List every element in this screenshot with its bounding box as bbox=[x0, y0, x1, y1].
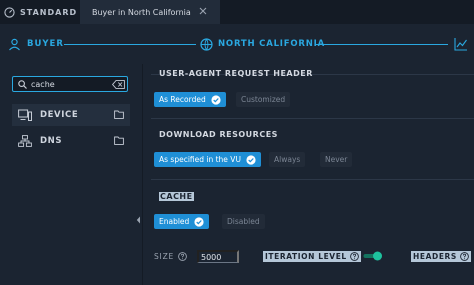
sidebar: DEVICE DNS bbox=[0, 64, 132, 285]
iteration-level-toggle[interactable] bbox=[363, 251, 383, 261]
section-divider bbox=[151, 179, 474, 180]
help-icon[interactable] bbox=[349, 252, 359, 261]
network-icon bbox=[18, 135, 32, 147]
tab-standard-label: STANDARD bbox=[20, 7, 78, 17]
chart-icon[interactable] bbox=[454, 37, 468, 51]
device-icon bbox=[18, 109, 32, 121]
section-title-cache: CACHE bbox=[159, 192, 194, 201]
section-divider bbox=[151, 118, 474, 119]
search-icon bbox=[18, 80, 27, 89]
close-icon[interactable] bbox=[198, 6, 208, 16]
never-button[interactable]: Never bbox=[320, 152, 353, 167]
as-recorded-button[interactable]: As Recorded bbox=[154, 92, 226, 107]
gauge-icon bbox=[4, 6, 15, 18]
headers-label: HEADERS bbox=[411, 251, 471, 262]
sidebar-item-device[interactable]: DEVICE bbox=[12, 104, 130, 126]
disabled-button[interactable]: Disabled bbox=[222, 214, 265, 229]
help-icon[interactable] bbox=[178, 252, 187, 261]
globe-icon bbox=[200, 37, 213, 51]
cache-size-input[interactable] bbox=[197, 250, 239, 263]
chevron-left-icon[interactable] bbox=[136, 216, 141, 224]
step-north-california-label: NORTH CALIFORNIA bbox=[218, 39, 326, 49]
user-icon bbox=[9, 38, 20, 50]
folder-icon bbox=[114, 136, 124, 145]
settings-panel: USER-AGENT REQUEST HEADER As Recorded Cu… bbox=[143, 64, 474, 285]
as-specified-button[interactable]: As specified in the VU bbox=[154, 152, 261, 167]
always-button[interactable]: Always bbox=[269, 152, 306, 167]
sidebar-item-dns[interactable]: DNS bbox=[12, 130, 130, 152]
tab-standard[interactable]: STANDARD bbox=[0, 0, 80, 24]
step-buyer[interactable]: BUYER bbox=[8, 37, 64, 51]
check-circle-icon bbox=[194, 216, 204, 227]
step-connector bbox=[316, 44, 448, 45]
clear-input-icon[interactable] bbox=[112, 80, 125, 89]
search-input[interactable] bbox=[31, 78, 107, 90]
top-tab-bar: STANDARD Buyer in North California bbox=[0, 0, 474, 24]
stepper: BUYER NORTH CALIFORNIA bbox=[0, 24, 474, 64]
enabled-button[interactable]: Enabled bbox=[154, 214, 210, 229]
search-box bbox=[12, 76, 128, 92]
tab-buyer-north-california[interactable]: Buyer in North California bbox=[80, 0, 220, 24]
iteration-level-label: ITERATION LEVEL bbox=[263, 251, 361, 262]
step-connector bbox=[64, 44, 196, 45]
check-circle-icon bbox=[211, 94, 221, 105]
section-title-user-agent: USER-AGENT REQUEST HEADER bbox=[159, 69, 313, 78]
customized-button[interactable]: Customized bbox=[236, 92, 291, 107]
step-buyer-label: BUYER bbox=[27, 39, 64, 49]
help-icon[interactable] bbox=[460, 252, 469, 261]
size-label: SIZE bbox=[154, 252, 187, 261]
section-title-download: DOWNLOAD RESOURCES bbox=[159, 130, 278, 139]
folder-icon bbox=[114, 110, 124, 119]
tab-buyer-label: Buyer in North California bbox=[92, 7, 191, 17]
sidebar-item-label: DNS bbox=[40, 136, 63, 146]
step-north-california[interactable]: NORTH CALIFORNIA bbox=[200, 37, 325, 51]
sidebar-item-label: DEVICE bbox=[40, 110, 79, 120]
check-circle-icon bbox=[246, 154, 256, 165]
